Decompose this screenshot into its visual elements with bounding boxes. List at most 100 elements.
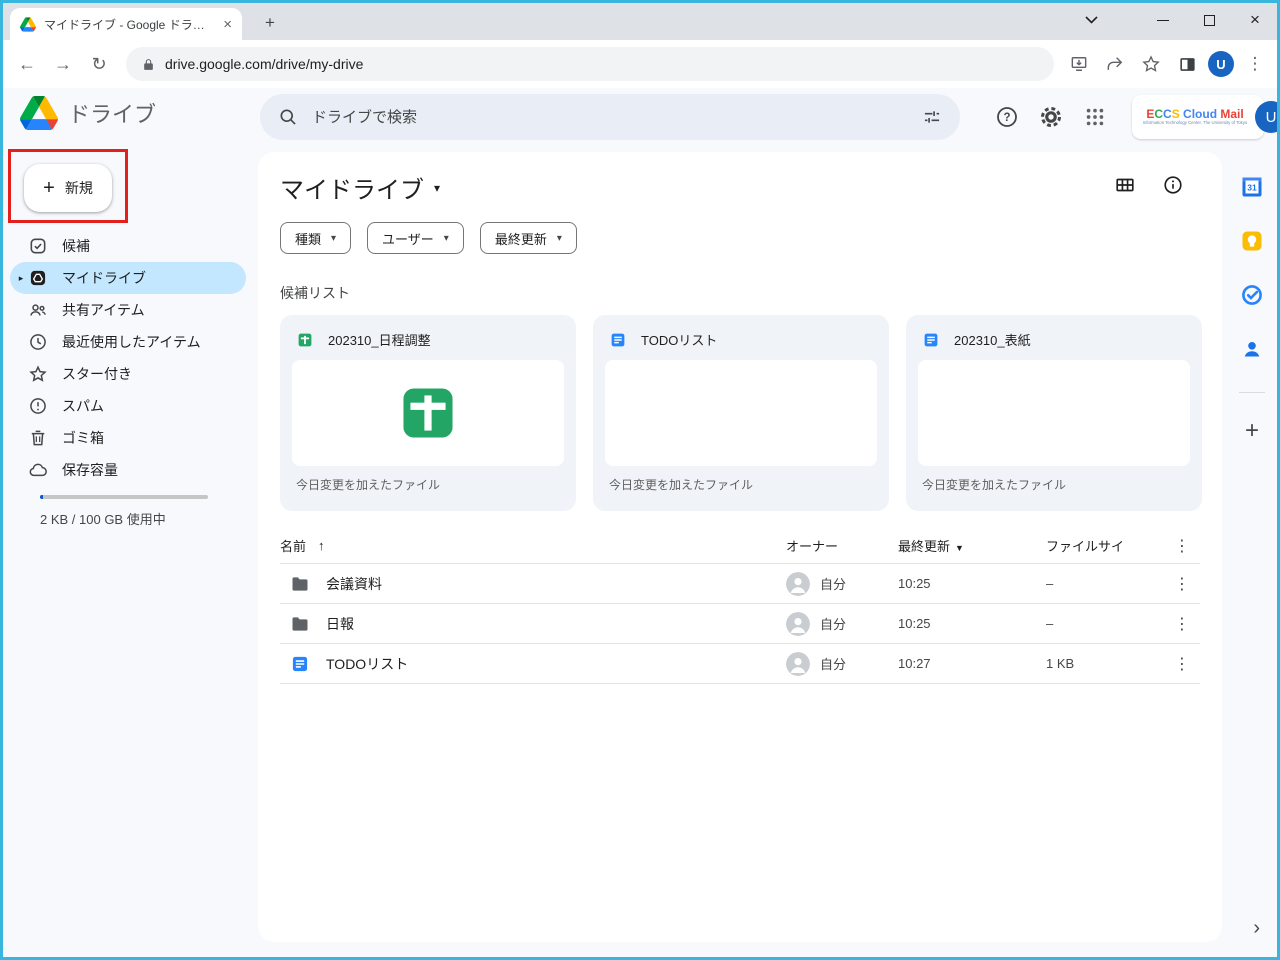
help-icon[interactable]: ? (993, 103, 1021, 131)
modified-time: 10:25 (898, 576, 1046, 591)
storage-progress-bar (40, 495, 208, 499)
row-options-icon[interactable]: ⋮ (1164, 574, 1200, 594)
apps-grid-icon[interactable] (1081, 103, 1109, 131)
drive-app-name: ドライブ (68, 97, 156, 129)
column-header-name[interactable]: 名前 ↑ (280, 536, 786, 555)
suggested-check-icon (28, 236, 48, 256)
settings-gear-icon[interactable] (1037, 103, 1065, 131)
sidebar-item-spam[interactable]: スパム (10, 390, 246, 422)
grid-view-icon[interactable] (1114, 174, 1136, 196)
sidebar-item-label: マイドライブ (62, 268, 146, 288)
filter-chip-people[interactable]: ユーザー ▾ (367, 222, 464, 254)
row-options-icon[interactable]: ⋮ (1164, 614, 1200, 634)
column-header-modified[interactable]: 最終更新▼ (898, 536, 1046, 555)
suggestions-section-label: 候補リスト (280, 283, 350, 303)
owner-name: 自分 (820, 654, 846, 673)
search-options-icon[interactable] (922, 107, 942, 127)
owner-avatar (786, 572, 810, 596)
calendar-icon[interactable]: 31 (1239, 174, 1265, 200)
drive-sidebar: + 新規 候補 ▸ マイドライブ (0, 146, 256, 960)
suggestion-card-name: 202310_表紙 (954, 330, 1031, 349)
tab-search-icon[interactable] (1068, 0, 1114, 40)
eccs-subtext: Information Technology Center, The Unive… (1143, 121, 1248, 125)
details-info-icon[interactable] (1162, 174, 1184, 196)
sidebar-item-recent[interactable]: 最近使用したアイテム (10, 326, 246, 358)
search-input[interactable] (312, 109, 908, 126)
sidebar-item-starred[interactable]: スター付き (10, 358, 246, 390)
chip-label: ユーザー (382, 229, 434, 248)
tab-title: マイドライブ - Google ドライブ (44, 16, 215, 33)
back-button[interactable]: ← (10, 47, 44, 81)
drive-header: ドライブ ? ECCS Cloud Ma (0, 88, 1280, 146)
reload-button[interactable]: ↻ (82, 47, 116, 81)
forward-button[interactable]: → (46, 47, 80, 81)
window-minimize-button[interactable] (1140, 0, 1186, 40)
suggestion-card[interactable]: TODOリスト 今日変更を加えたファイル (593, 315, 889, 511)
caret-down-icon: ▾ (434, 181, 440, 195)
drive-brand[interactable]: ドライブ (20, 96, 156, 130)
side-panel-divider (1239, 392, 1265, 393)
my-drive-icon (28, 268, 48, 288)
star-icon (28, 364, 48, 384)
suggestion-card[interactable]: 202310_日程調整 今日変更を加えたファイル (280, 315, 576, 511)
svg-text:31: 31 (1247, 182, 1257, 192)
column-options-icon[interactable]: ⋮ (1164, 536, 1200, 556)
eccs-logo: ECCS Cloud Mail Information Technology C… (1140, 108, 1250, 125)
sidebar-item-storage[interactable]: 保存容量 (10, 454, 246, 486)
file-list: 名前 ↑ オーナー 最終更新▼ ファイルサイ ⋮ 会議資料 (280, 528, 1200, 684)
chip-label: 最終更新 (495, 229, 547, 248)
file-name: TODOリスト (326, 654, 408, 674)
new-tab-button[interactable]: + (258, 12, 282, 36)
expand-arrow-icon[interactable]: ▸ (14, 273, 28, 284)
browser-menu-icon[interactable]: ⋮ (1240, 49, 1270, 79)
account-chip[interactable]: ECCS Cloud Mail Information Technology C… (1132, 95, 1264, 139)
suggestion-card-thumbnail (918, 360, 1190, 466)
bookmark-star-icon[interactable] (1136, 49, 1166, 79)
drive-search-bar[interactable] (260, 94, 960, 140)
search-icon (278, 107, 298, 127)
new-button-label: 新規 (65, 178, 93, 198)
hide-side-panel-chevron-icon[interactable]: › (1253, 917, 1260, 940)
tab-close-icon[interactable]: × (223, 17, 232, 32)
sidebar-item-my-drive[interactable]: ▸ マイドライブ (10, 262, 246, 294)
sheets-thumbnail-icon (397, 382, 459, 444)
window-maximize-button[interactable] (1186, 0, 1232, 40)
sidebar-item-label: ゴミ箱 (62, 428, 104, 448)
share-icon[interactable] (1100, 49, 1130, 79)
table-row[interactable]: TODOリスト 自分 10:27 1 KB ⋮ (280, 644, 1200, 684)
caret-down-icon: ▾ (331, 233, 336, 244)
docs-file-icon (922, 331, 940, 349)
filter-chip-modified[interactable]: 最終更新 ▾ (480, 222, 577, 254)
sidebar-item-trash[interactable]: ゴミ箱 (10, 422, 246, 454)
file-name: 日報 (326, 614, 354, 634)
drive-favicon-icon (20, 17, 36, 32)
file-name: 会議資料 (326, 574, 382, 594)
spam-icon (28, 396, 48, 416)
table-row[interactable]: 日報 自分 10:25 – ⋮ (280, 604, 1200, 644)
contacts-icon[interactable] (1239, 336, 1265, 362)
filter-chip-type[interactable]: 種類 ▾ (280, 222, 351, 254)
browser-tab[interactable]: マイドライブ - Google ドライブ × (10, 8, 242, 40)
owner-name: 自分 (820, 574, 846, 593)
keep-icon[interactable] (1239, 228, 1265, 254)
column-header-owner[interactable]: オーナー (786, 536, 898, 555)
get-addons-plus-icon[interactable]: + (1245, 419, 1259, 443)
suggestion-card-thumbnail (292, 360, 564, 466)
table-row[interactable]: 会議資料 自分 10:25 – ⋮ (280, 564, 1200, 604)
page-title-dropdown[interactable]: マイドライブ ▾ (280, 170, 440, 205)
drive-profile-avatar[interactable]: U (1255, 101, 1280, 133)
row-options-icon[interactable]: ⋮ (1164, 654, 1200, 674)
side-panel-icon[interactable] (1172, 49, 1202, 79)
window-close-button[interactable]: × (1232, 0, 1278, 40)
sidebar-item-suggested[interactable]: 候補 (10, 230, 246, 262)
sidebar-item-shared[interactable]: 共有アイテム (10, 294, 246, 326)
sidebar-item-label: 共有アイテム (62, 300, 145, 320)
column-header-size[interactable]: ファイルサイ (1046, 536, 1164, 555)
page-title: マイドライブ (280, 170, 424, 205)
new-button[interactable]: + 新規 (24, 164, 112, 212)
tasks-icon[interactable] (1239, 282, 1265, 308)
address-bar[interactable]: drive.google.com/drive/my-drive (126, 47, 1054, 81)
save-page-icon[interactable] (1064, 49, 1094, 79)
suggestion-card[interactable]: 202310_表紙 今日変更を加えたファイル (906, 315, 1202, 511)
browser-profile-avatar[interactable]: U (1208, 51, 1234, 77)
